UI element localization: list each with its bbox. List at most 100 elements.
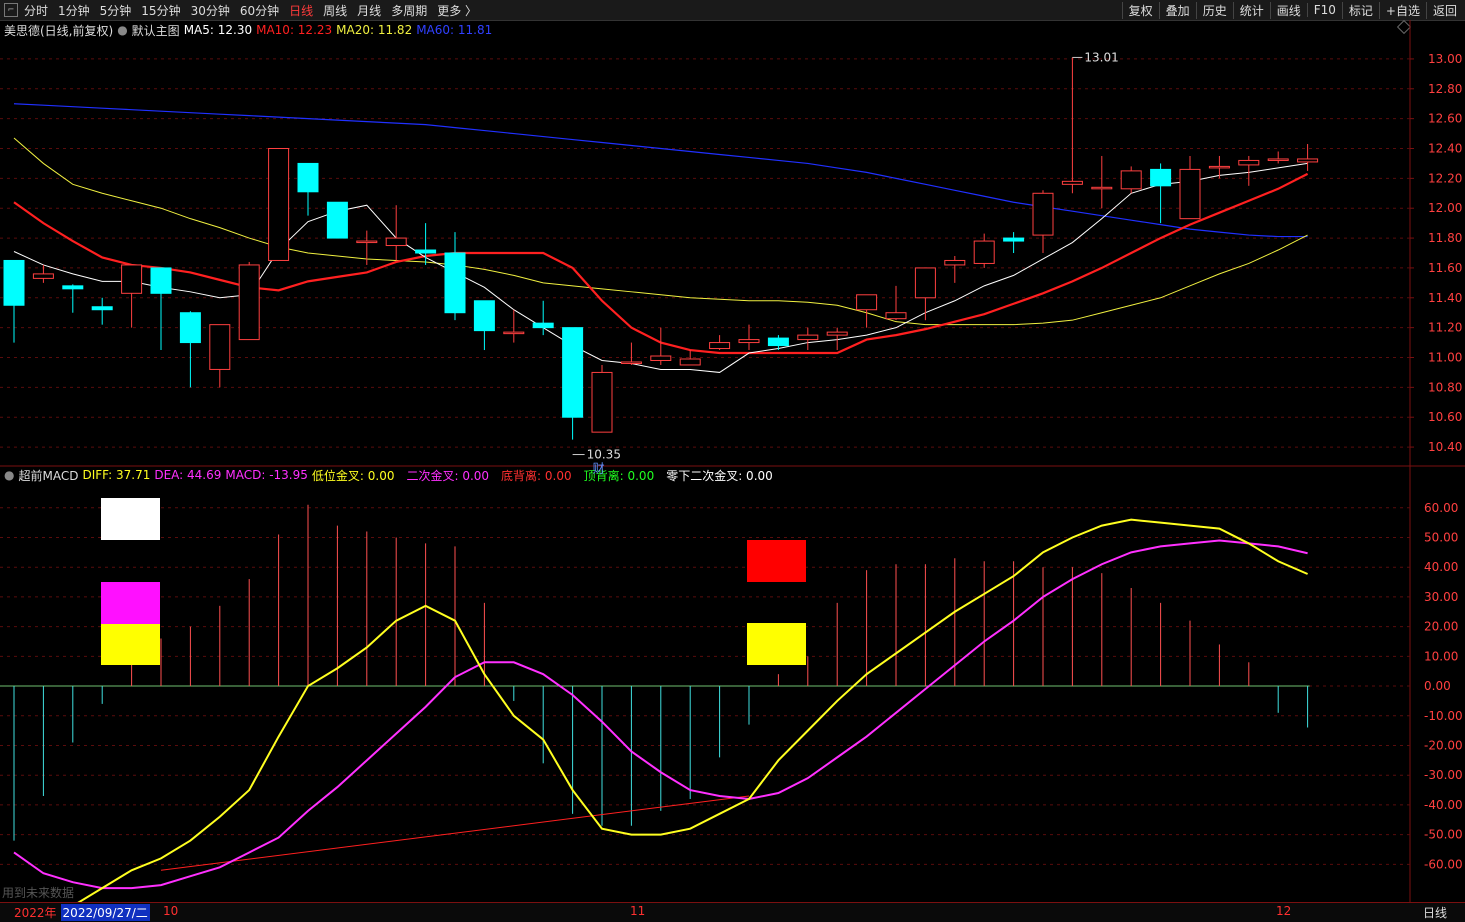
candle-body: [1297, 158, 1319, 163]
cursor-date: 2022/09/27/二: [60, 903, 150, 921]
price-tick-label: 11.00: [1428, 351, 1462, 365]
macd-tick-label: -20.00: [1424, 738, 1463, 752]
tab-60min[interactable]: 60分钟: [240, 2, 279, 19]
price-tick-label: 11.80: [1428, 231, 1462, 245]
candle: [91, 297, 113, 325]
candle-body: [797, 334, 819, 341]
candle-body: [679, 358, 701, 366]
candle-body: [209, 324, 231, 370]
candle-body: [297, 162, 319, 193]
candle-body: [121, 264, 143, 294]
price-tick-label: 13.00: [1428, 52, 1462, 66]
candle-body: [91, 306, 113, 311]
candle: [709, 335, 731, 351]
macd-tick-label: -10.00: [1424, 709, 1463, 723]
candle: [1267, 151, 1289, 164]
price-tick-label: 12.60: [1428, 112, 1462, 126]
candle-body: [326, 201, 348, 239]
draw-line-button[interactable]: 画线: [1269, 1, 1307, 19]
signal-block-red: [747, 540, 806, 582]
tab-weekly[interactable]: 周线: [323, 2, 347, 19]
candle: [944, 255, 966, 283]
candle: [179, 311, 201, 388]
candle: [268, 148, 290, 261]
candle-body: [562, 327, 584, 418]
history-button[interactable]: 历史: [1195, 1, 1233, 19]
candle: [1150, 163, 1172, 224]
tab-15min[interactable]: 15分钟: [141, 2, 180, 19]
macd-tick-label: 20.00: [1424, 620, 1458, 634]
candle: [591, 364, 613, 433]
candle-body: [268, 148, 290, 261]
tab-30min[interactable]: 30分钟: [191, 2, 230, 19]
signal-block-white: [101, 498, 160, 540]
candle-body: [1238, 159, 1260, 166]
price-tick-label: 11.60: [1428, 261, 1462, 275]
tab-5min[interactable]: 5分钟: [100, 2, 132, 19]
candle: [473, 300, 495, 351]
price-tick-label: 12.20: [1428, 171, 1462, 185]
period-label[interactable]: 日线: [1423, 904, 1447, 921]
date-axis-bar: 2022年 2022/09/27/二 10 11 12 日线: [0, 902, 1465, 922]
month-label-10: 10: [163, 904, 179, 918]
tab-1min[interactable]: 1分钟: [58, 2, 90, 19]
candle: [797, 327, 819, 351]
candle-body: [1032, 192, 1054, 236]
candle: [209, 324, 231, 388]
year-label: 2022年: [14, 905, 57, 920]
f10-button[interactable]: F10: [1306, 3, 1342, 17]
tab-daily[interactable]: 日线: [289, 2, 313, 19]
candle-body: [826, 331, 848, 336]
signal-block-yellow-2: [747, 623, 806, 665]
overlay-button[interactable]: 叠加: [1158, 1, 1196, 19]
candle: [62, 284, 84, 313]
candle: [1091, 155, 1113, 209]
candle-body: [415, 249, 437, 254]
candle-body: [532, 322, 554, 329]
finance-marker-label: 财: [593, 462, 605, 476]
candle: [3, 259, 25, 343]
price-tick-label: 12.80: [1428, 82, 1462, 96]
candle: [562, 327, 584, 440]
candle-body: [1120, 170, 1142, 190]
kline-chart[interactable]: 13.00 12.80 12.60 12.40 12.20 12.00 11.80 11.60…: [0, 20, 1465, 902]
candle: [121, 264, 143, 328]
top-toolbar: ⌐ 分时 1分钟 5分钟 15分钟 30分钟 60分钟 日线 周线 月线 多周期…: [0, 0, 1465, 21]
candle: [1297, 144, 1319, 171]
candle: [620, 342, 642, 365]
price-tick-label: 10.60: [1428, 410, 1462, 424]
candle: [415, 223, 437, 265]
candle-body: [1150, 168, 1172, 187]
add-watchlist-button[interactable]: +自选: [1378, 1, 1426, 19]
fuquan-button[interactable]: 复权: [1121, 1, 1159, 19]
back-button[interactable]: 返回: [1425, 1, 1463, 19]
candle-body: [385, 237, 407, 247]
candle-body: [1061, 180, 1083, 185]
candle-body: [944, 259, 966, 266]
ma60-line: [13, 103, 1308, 238]
tab-more[interactable]: 更多 〉: [437, 2, 477, 19]
price-tick-label: 11.20: [1428, 321, 1462, 335]
candle-body: [238, 264, 260, 341]
candle-body: [914, 267, 936, 299]
mark-button[interactable]: 标记: [1341, 1, 1379, 19]
month-label-11: 11: [630, 904, 646, 918]
tab-multi-period[interactable]: 多周期: [391, 2, 427, 19]
macd-tick-label: 60.00: [1424, 501, 1458, 515]
stats-button[interactable]: 统计: [1232, 1, 1270, 19]
candle-body: [885, 312, 907, 320]
tab-fenshi[interactable]: 分时: [24, 2, 48, 19]
tab-monthly[interactable]: 月线: [357, 2, 381, 19]
macd-tick-label: 50.00: [1424, 530, 1458, 544]
macd-tick-label: -50.00: [1424, 828, 1463, 842]
menu-icon[interactable]: ⌐: [4, 3, 18, 17]
macd-tick-label: -60.00: [1424, 857, 1463, 871]
candle-body: [620, 361, 642, 364]
price-tick-label: 11.40: [1428, 291, 1462, 305]
candle-body: [503, 331, 525, 335]
candle: [1061, 57, 1083, 194]
candle-body: [591, 371, 613, 433]
right-toolbar: 复权 叠加 历史 统计 画线 F10 标记 +自选 返回: [1121, 0, 1463, 20]
signal-block-magenta: [101, 582, 160, 624]
candle: [238, 261, 260, 341]
